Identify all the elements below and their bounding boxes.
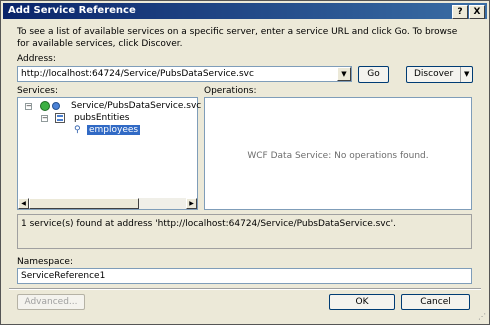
dialog-title: Add Service Reference [8,5,136,16]
discover-button[interactable]: Discover ▼ [406,66,473,83]
tree-node-label: pubsEntities [74,113,130,123]
service-gear-icon [52,102,60,110]
operations-empty-message: WCF Data Service: No operations found. [247,151,429,161]
ok-button[interactable]: OK [329,294,395,310]
address-value: http://localhost:64724/Service/PubsDataS… [21,69,254,79]
cancel-button[interactable]: Cancel [401,294,470,310]
title-bar[interactable]: Add Service Reference ? X [3,3,487,19]
service-globe-icon [40,101,50,111]
tree-node-label: Service/PubsDataService.svc [71,101,202,111]
entity-set-icon: ⚲ [74,125,81,135]
resize-grip-icon[interactable]: ⋰ [477,312,486,321]
entity-container-icon [55,113,65,123]
scroll-thumb[interactable] [29,198,139,209]
operations-list[interactable]: WCF Data Service: No operations found. [204,97,472,210]
go-button[interactable]: Go [358,66,389,83]
services-horizontal-scrollbar[interactable]: ◀ ▶ [18,198,197,209]
tree-node-label: employees [87,125,141,135]
operations-label: Operations: [204,86,257,96]
collapse-icon[interactable]: − [41,115,48,122]
address-dropdown-arrow-icon[interactable]: ▼ [337,67,351,81]
status-box: 1 service(s) found at address 'http://lo… [17,214,472,249]
scroll-right-icon[interactable]: ▶ [186,198,197,209]
namespace-label: Namespace: [17,257,73,267]
discover-label: Discover [414,69,454,79]
namespace-value: ServiceReference1 [21,271,106,281]
instructions-text: To see a list of available services on a… [17,27,458,49]
add-service-reference-dialog: Add Service Reference ? X To see a list … [0,0,490,325]
services-tree[interactable]: − Service/PubsDataService.svc − pubsEnti… [17,97,202,210]
services-label: Services: [17,86,58,96]
address-label: Address: [17,54,56,64]
address-combobox[interactable]: http://localhost:64724/Service/PubsDataS… [17,66,352,82]
scroll-left-icon[interactable]: ◀ [18,198,29,209]
help-button[interactable]: ? [452,5,468,19]
status-message: 1 service(s) found at address 'http://lo… [21,219,396,229]
close-button[interactable]: X [469,5,485,19]
discover-dropdown-arrow-icon[interactable]: ▼ [464,67,469,82]
namespace-input[interactable]: ServiceReference1 [17,268,472,284]
discover-split-divider [460,67,461,82]
separator-line [9,288,481,290]
collapse-icon[interactable]: − [25,103,32,110]
advanced-button[interactable]: Advanced... [17,294,85,310]
